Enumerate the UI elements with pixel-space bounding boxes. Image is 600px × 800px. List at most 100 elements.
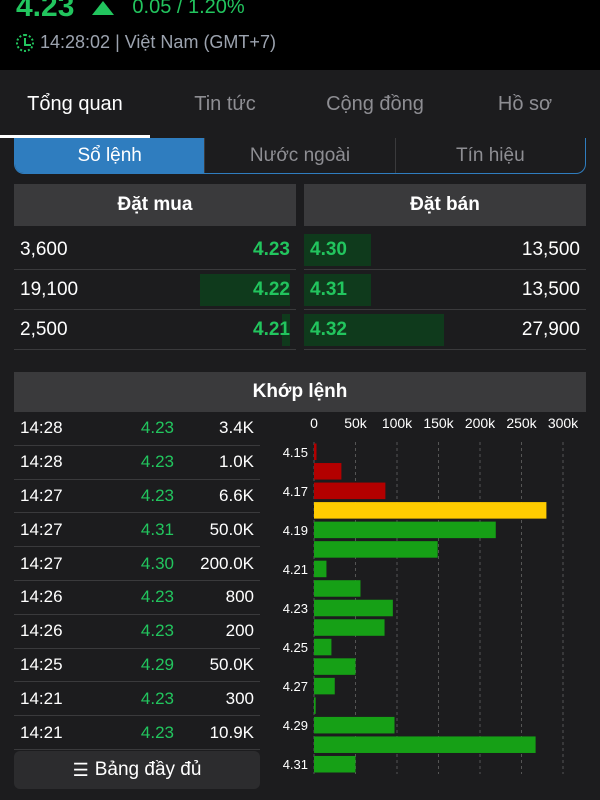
trade-list: 14:28 4.23 3.4K 14:28 4.23 1.0K 14:27 4.23 6.6K 1… <box>14 412 260 750</box>
trade-price: 4.23 <box>140 621 174 641</box>
trade-row: 14:25 4.29 50.0K <box>14 649 260 683</box>
trade-row: 14:27 4.30 200.0K <box>14 547 260 581</box>
trade-row: 14:21 4.23 300 <box>14 682 260 717</box>
bid-quantity: 19,100 <box>20 279 79 300</box>
chart-x-tick-label: 0 <box>310 415 318 431</box>
trade-time: 14:21 <box>20 722 63 742</box>
ask-price: 4.31 <box>310 279 347 300</box>
ask-price: 4.30 <box>310 239 347 260</box>
volume-chart-svg: 0 50k 100k 150k 200k 250k 300k 4.15 4.17 4.19 4.21… <box>283 415 579 774</box>
chart-bar-4-20 <box>314 541 438 558</box>
tab-community[interactable]: Cộng đồng <box>300 70 450 138</box>
chart-x-tick-label: 50k <box>344 415 368 431</box>
matching-title: Khớp lệnh <box>14 372 586 412</box>
chart-bar-4-23 <box>314 599 393 617</box>
price-row: 4.23 0.05 / 1.20% <box>16 0 245 24</box>
chart-bar-4-17 <box>314 482 386 500</box>
chart-y-tick-label: 4.19 <box>283 523 308 538</box>
trade-time: 14:28 <box>20 452 63 472</box>
ask-quantity: 13,500 <box>521 279 580 300</box>
orderbook-row[interactable]: 19,100 4.22 4.31 13,500 <box>14 270 586 310</box>
trade-volume: 50.0K <box>209 654 254 674</box>
trade-volume: 200.0K <box>200 553 254 573</box>
timestamp: 14:28:02 | Việt Nam (GMT+7) <box>40 32 276 52</box>
stock-header: 4.23 0.05 / 1.20% 14:28:02 | Việt Nam (G… <box>0 0 600 70</box>
trade-time: 14:26 <box>20 587 63 607</box>
trade-time: 14:26 <box>20 621 63 641</box>
orderbook-divider <box>296 270 304 310</box>
trade-row: 14:21 4.23 10.9K <box>14 716 260 750</box>
chart-bar-4-24 <box>314 619 385 636</box>
up-arrow-icon <box>92 1 115 15</box>
trade-price: 4.23 <box>140 418 174 438</box>
chart-bar-4-30 <box>314 736 536 753</box>
trade-row: 14:27 4.31 50.0K <box>14 513 260 548</box>
trade-time: 14:27 <box>20 553 63 573</box>
orderbook-divider <box>296 310 304 350</box>
trade-price: 4.23 <box>140 722 174 742</box>
chart-bar-4-29 <box>314 716 395 734</box>
chart-bar-4-21 <box>314 560 327 578</box>
tab-overview[interactable]: Tổng quan <box>0 70 150 138</box>
chart-y-tick-label: 4.23 <box>283 601 308 616</box>
chart-bar-4-27 <box>314 677 335 695</box>
trade-price: 4.30 <box>140 553 174 573</box>
chart-bar-4-15 <box>314 443 317 461</box>
chart-x-tick-label: 300k <box>548 415 579 431</box>
full-table-button[interactable]: ☰ Bảng đầy đủ <box>14 751 260 789</box>
segment-signals[interactable]: Tín hiệu <box>396 138 585 173</box>
trade-volume: 3.4K <box>219 418 254 438</box>
trade-row: 14:26 4.23 200 <box>14 615 260 649</box>
chart-y-tick-label: 4.27 <box>283 679 308 694</box>
chart-y-tick-label: 4.21 <box>283 562 308 577</box>
trade-row: 14:26 4.23 800 <box>14 581 260 615</box>
trade-price: 4.23 <box>140 587 174 607</box>
chart-x-tick-label: 100k <box>382 415 413 431</box>
trade-row: 14:27 4.23 6.6K <box>14 480 260 514</box>
volume-by-price-chart: 0 50k 100k 150k 200k 250k 300k 4.15 4.17 4.19 4.21… <box>270 412 600 782</box>
chart-y-tick-label: 4.17 <box>283 484 308 499</box>
trade-time: 14:27 <box>20 519 63 539</box>
trade-price: 4.29 <box>140 654 174 674</box>
tab-news[interactable]: Tin tức <box>150 70 300 138</box>
orderbook-divider <box>296 230 304 270</box>
trade-volume: 300 <box>225 688 254 708</box>
trade-row: 14:28 4.23 1.0K <box>14 446 260 480</box>
chart-bar-4-25 <box>314 638 332 656</box>
tab-profile[interactable]: Hồ sơ <box>450 70 600 138</box>
trade-time: 14:25 <box>20 654 63 674</box>
trade-time: 14:27 <box>20 485 63 505</box>
trade-time: 14:21 <box>20 688 63 708</box>
bid-quantity: 3,600 <box>20 239 68 260</box>
segment-foreign[interactable]: Nước ngoài <box>205 138 396 173</box>
trade-volume: 1.0K <box>219 452 254 472</box>
full-table-label: Bảng đầy đủ <box>94 759 202 780</box>
chart-bar-4-28 <box>314 697 316 714</box>
chart-bar-4-26 <box>314 658 356 675</box>
chart-bar-4-16 <box>314 463 342 480</box>
chart-y-tick-label: 4.29 <box>283 718 308 733</box>
trade-price: 4.31 <box>140 519 174 539</box>
main-tabs: Tổng quan Tin tức Cộng đồng Hồ sơ <box>0 70 600 138</box>
orderbook-row[interactable]: 2,500 4.21 4.32 27,900 <box>14 310 586 350</box>
trade-price: 4.23 <box>140 485 174 505</box>
trade-volume: 6.6K <box>219 485 254 505</box>
trade-volume: 50.0K <box>209 519 254 539</box>
time-row: 14:28:02 | Việt Nam (GMT+7) <box>16 32 276 53</box>
segment-order-book[interactable]: Sổ lệnh <box>15 138 206 173</box>
chart-y-tick-label: 4.31 <box>283 757 308 772</box>
orderbook-row[interactable]: 3,600 4.23 4.30 13,500 <box>14 230 586 270</box>
bid-header: Đặt mua <box>14 184 296 226</box>
ask-quantity: 27,900 <box>521 319 580 340</box>
trade-volume: 800 <box>225 587 254 607</box>
bid-price: 4.23 <box>253 239 290 260</box>
trade-price: 4.23 <box>140 688 174 708</box>
trade-price: 4.23 <box>140 452 174 472</box>
chart-bar-4-18 <box>314 502 547 519</box>
bid-quantity: 2,500 <box>20 319 68 340</box>
chart-x-tick-label: 200k <box>465 415 496 431</box>
current-price: 4.23 <box>16 0 75 23</box>
clock-icon <box>16 33 34 52</box>
chart-y-tick-label: 4.15 <box>283 445 308 460</box>
segment-control: Sổ lệnh Nước ngoài Tín hiệu <box>14 138 586 174</box>
